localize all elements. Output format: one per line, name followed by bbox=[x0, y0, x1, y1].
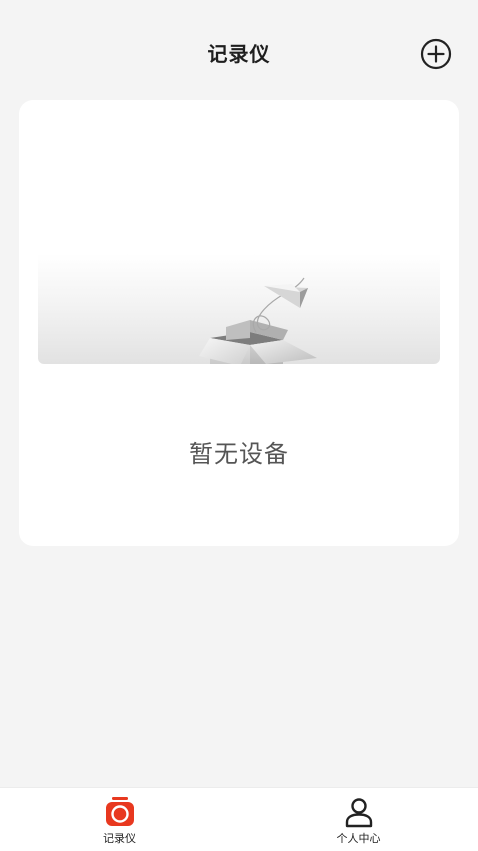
person-icon bbox=[344, 796, 374, 828]
tab-recorder[interactable]: 记录仪 bbox=[0, 788, 239, 851]
header: 记录仪 bbox=[0, 0, 478, 100]
bottom-tab-bar: 记录仪 个人中心 bbox=[0, 787, 478, 851]
plus-circle-icon bbox=[420, 38, 452, 70]
page-title: 记录仪 bbox=[207, 42, 271, 66]
tab-profile[interactable]: 个人中心 bbox=[239, 788, 478, 851]
empty-box-icon bbox=[199, 277, 317, 364]
tab-recorder-label: 记录仪 bbox=[103, 832, 136, 845]
device-list-card: 暂无设备 bbox=[19, 100, 459, 546]
empty-illustration bbox=[38, 180, 440, 364]
empty-state-text: 暂无设备 bbox=[189, 440, 289, 468]
add-device-button[interactable] bbox=[420, 38, 452, 70]
tab-profile-label: 个人中心 bbox=[336, 832, 381, 845]
recorder-icon bbox=[105, 796, 135, 828]
